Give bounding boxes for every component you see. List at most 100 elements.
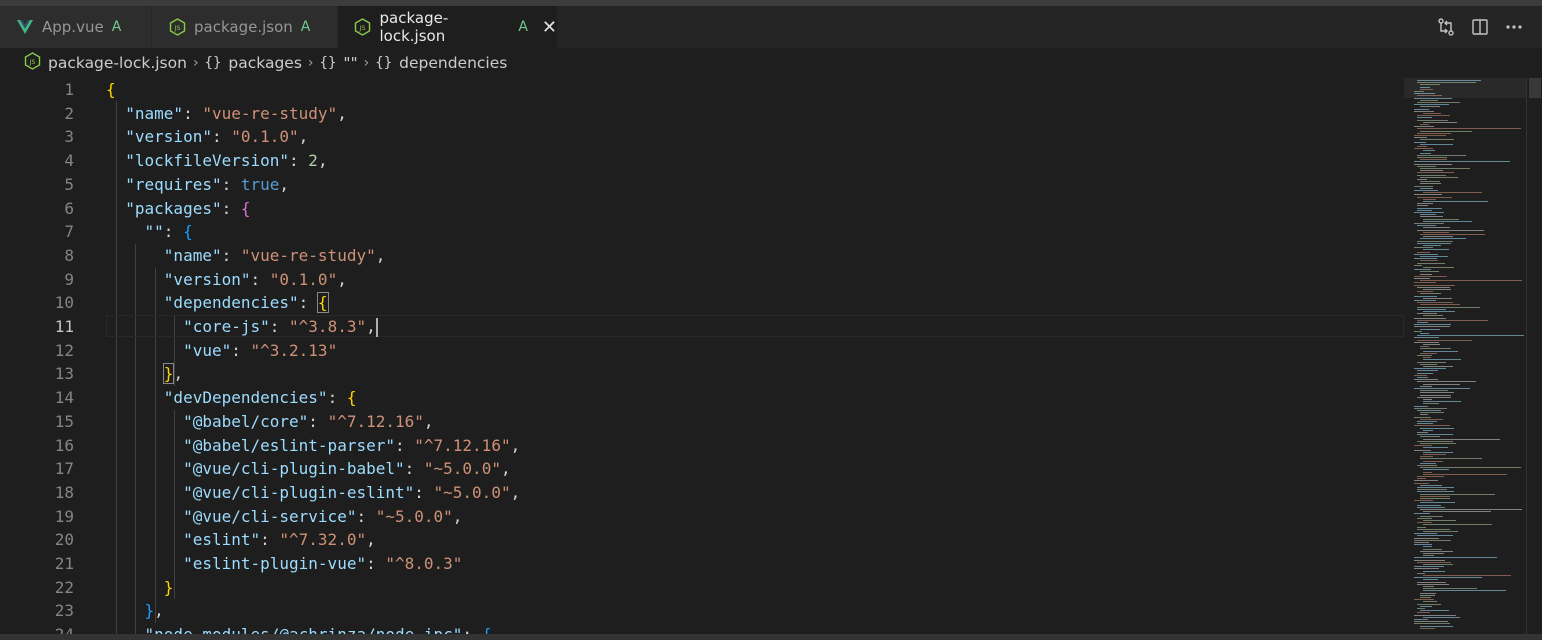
minimap-line [1420,509,1522,510]
code-token: "^7.32.0" [279,530,367,550]
code-token: : [163,222,184,242]
code-line[interactable]: 11 "core-js": "^3.8.3", [0,315,1404,339]
code-token: { [183,222,193,242]
code-line[interactable]: 24 "node_modules/@achrinza/node-ipc": { [0,623,1404,634]
breadcrumb-file[interactable]: JS package-lock.json [24,52,187,74]
minimap-line [1420,152,1431,154]
code-line[interactable]: 14 "devDependencies": { [0,386,1404,410]
minimap-line [1423,447,1449,449]
minimap-line [1423,245,1442,246]
minimap-line [1420,443,1456,444]
minimap-line [1417,410,1442,411]
code-token: { [346,388,357,408]
code-editor[interactable]: 1{2 "name": "vue-re-study", 3 "version": … [0,78,1404,634]
code-text: "version": "0.1.0", [106,125,308,149]
git-added-badge: A [518,19,528,35]
code-line[interactable]: 8 "name": "vue-re-study", [0,244,1404,268]
minimap-line [1423,399,1432,400]
minimap-line [1417,339,1473,341]
minimap-line [1414,341,1439,343]
code-line[interactable]: 7 "": { [0,220,1404,244]
tab-package-lock-json[interactable]: JS package-lock.json A ✕ [338,6,558,48]
code-token: "vue-re-study" [202,103,338,123]
code-token: "name" [125,103,184,123]
minimap-line [1423,231,1450,233]
vertical-scrollbar[interactable] [1526,78,1542,634]
code-line[interactable]: 22 } [0,576,1404,600]
node-js-icon: JS [24,52,41,74]
code-token: "^3.2.13" [250,340,338,360]
minimap-line [1417,157,1448,158]
minimap-line [1417,377,1429,378]
tab-package-json[interactable]: JS package.json A [152,6,338,48]
minimap-line [1420,143,1453,145]
minimap-line [1423,579,1439,581]
tab-app-vue[interactable]: App.vue A [0,6,152,48]
code-line[interactable]: 13 }, [0,362,1404,386]
code-line[interactable]: 4 "lockfileVersion": 2, [0,149,1404,173]
minimap-line [1417,522,1432,524]
code-line[interactable]: 9 "version": "0.1.0", [0,268,1404,292]
minimap-line [1414,539,1451,541]
minimap-line [1414,324,1452,326]
minimap[interactable] [1404,78,1528,634]
code-line[interactable]: 20 "eslint": "^7.32.0", [0,528,1404,552]
minimap-line [1423,249,1450,251]
breadcrumb-packages[interactable]: {} packages [205,54,302,72]
minimap-line [1414,126,1434,128]
code-line[interactable]: 18 "@vue/cli-plugin-eslint": "~5.0.0", [0,481,1404,505]
code-line[interactable]: 10 "dependencies": { [0,291,1404,315]
breadcrumb-dependencies[interactable]: {} dependencies [375,54,507,72]
more-actions-icon[interactable] [1504,17,1524,37]
code-token: , [337,103,347,123]
code-token: "^7.12.16" [414,435,511,455]
breadcrumb-root-package[interactable]: {} "" [320,54,358,72]
minimap-line [1414,559,1446,561]
minimap-line [1414,537,1440,539]
code-token: , [279,174,290,194]
minimap-line [1414,619,1428,620]
minimap-line [1423,192,1483,194]
minimap-line [1417,82,1476,84]
code-line[interactable]: 19 "@vue/cli-service": "~5.0.0", [0,505,1404,529]
minimap-line [1420,187,1433,189]
minimap-line [1420,458,1482,460]
code-token: "0.1.0" [269,269,338,289]
line-number: 5 [64,174,74,194]
minimap-line [1423,564,1454,565]
minimap-line [1420,627,1435,629]
compare-changes-icon[interactable] [1436,17,1456,37]
code-line[interactable]: 5 "requires": true, [0,173,1404,197]
code-token: : [221,198,241,218]
code-token: , [375,245,386,265]
minimap-line [1414,269,1432,271]
code-line[interactable]: 12 "vue": "^3.2.13" [0,339,1404,363]
code-line[interactable]: 17 "@vue/cli-plugin-babel": "~5.0.0", [0,457,1404,481]
minimap-line [1420,394,1451,396]
code-line[interactable]: 6 "packages": { [0,197,1404,221]
split-editor-icon[interactable] [1470,17,1490,37]
minimap-line [1414,108,1429,110]
minimap-line [1414,330,1423,332]
minimap-line [1417,322,1428,323]
code-text: "@vue/cli-plugin-babel": "~5.0.0", [106,457,511,481]
minimap-line [1423,297,1452,299]
minimap-line [1417,612,1431,614]
minimap-line [1417,504,1442,506]
code-line[interactable]: 1{ [0,78,1404,102]
minimap-line [1423,553,1444,554]
close-tab-icon[interactable]: ✕ [542,17,557,38]
minimap-line [1423,150,1436,152]
code-line[interactable]: 3 "version": "0.1.0", [0,125,1404,149]
code-text: "node_modules/@achrinza/node-ipc": { [106,623,492,634]
minimap-line [1417,165,1437,167]
code-line[interactable]: 15 "@babel/core": "^7.12.16", [0,410,1404,434]
code-line[interactable]: 21 "eslint-plugin-vue": "^8.0.3" [0,552,1404,576]
scrollbar-thumb[interactable] [1529,78,1541,98]
code-line[interactable]: 23 }, [0,599,1404,623]
code-line[interactable]: 16 "@babel/eslint-parser": "^7.12.16", [0,434,1404,458]
code-line[interactable]: 2 "name": "vue-re-study", [0,102,1404,126]
